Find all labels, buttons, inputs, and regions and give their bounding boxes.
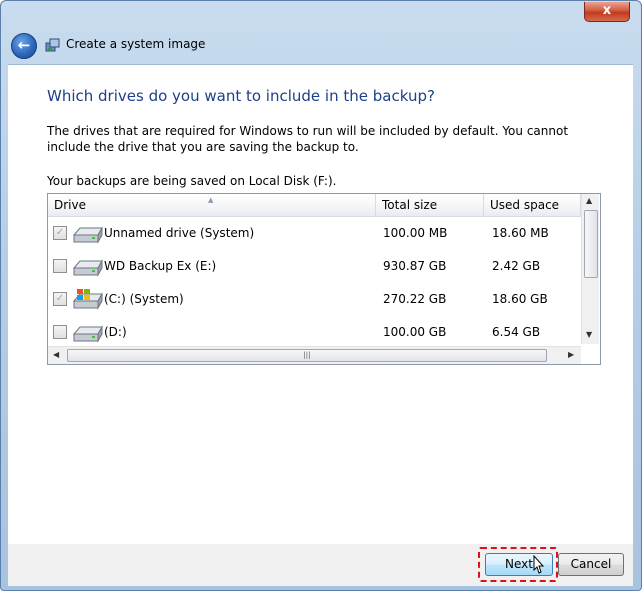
drive-total-size: 100.00 MB (383, 226, 448, 240)
drive-row[interactable]: ✓ (C:) (System) 270.22 GB 18.60 GB (48, 283, 581, 316)
column-header-total-size[interactable]: Total size (376, 194, 484, 216)
content-area: Which drives do you want to include in t… (8, 64, 633, 544)
scroll-down-icon[interactable]: ▼ (586, 330, 592, 339)
button-bar: Next Cancel (8, 544, 633, 586)
column-header-used-space[interactable]: Used space (484, 194, 581, 216)
drive-checkbox[interactable]: ✓ (53, 292, 67, 306)
backup-location-text: Your backups are being saved on Local Di… (47, 174, 337, 188)
dialog-window: x ← Create a system image Which drives d… (0, 0, 642, 591)
drive-checkbox[interactable] (53, 259, 67, 273)
hard-drive-icon (72, 226, 103, 244)
window-title: Create a system image (66, 37, 206, 51)
horizontal-scrollbar[interactable]: ◀ ||| ▶ (48, 346, 581, 364)
drive-checkbox[interactable] (53, 325, 67, 339)
drive-used-space: 2.42 GB (492, 259, 541, 273)
backup-app-icon (45, 38, 60, 52)
drive-used-space: 18.60 GB (492, 292, 548, 306)
drive-row[interactable]: WD Backup Ex (E:) 930.87 GB 2.42 GB (48, 250, 581, 283)
back-button[interactable]: ← (11, 33, 37, 59)
drive-total-size: 930.87 GB (383, 259, 447, 273)
drive-used-space: 6.54 GB (492, 325, 541, 339)
sort-ascending-icon: ▲ (208, 196, 214, 204)
scroll-left-icon[interactable]: ◀ (53, 350, 59, 359)
hard-drive-icon (72, 259, 103, 277)
close-button[interactable]: x (584, 2, 630, 22)
back-arrow-icon: ← (17, 36, 31, 54)
close-icon: x (602, 3, 612, 18)
horizontal-scroll-thumb[interactable]: ||| (67, 349, 547, 362)
vertical-scroll-thumb[interactable] (584, 210, 598, 278)
drive-name: Unnamed drive (System) (104, 226, 255, 240)
drive-name: WD Backup Ex (E:) (104, 259, 217, 273)
drives-list[interactable]: Drive ▲ Total size Used space ✓ Unnamed … (47, 193, 601, 365)
page-heading: Which drives do you want to include in t… (47, 87, 435, 105)
drive-name: (D:) (104, 325, 127, 339)
scroll-right-icon[interactable]: ▶ (568, 350, 574, 359)
drive-used-space: 18.60 MB (492, 226, 549, 240)
windows-drive-icon (72, 289, 103, 310)
drive-row[interactable]: (D:) 100.00 GB 6.54 GB (48, 316, 581, 349)
drive-total-size: 100.00 GB (383, 325, 447, 339)
scroll-up-icon[interactable]: ▲ (586, 196, 592, 205)
vertical-scrollbar[interactable]: ▲ ▼ (581, 194, 599, 344)
mouse-cursor-icon (533, 555, 545, 574)
drive-total-size: 270.22 GB (383, 292, 447, 306)
list-header: Drive ▲ Total size Used space (48, 194, 581, 217)
drive-name: (C:) (System) (104, 292, 184, 306)
cancel-button[interactable]: Cancel (558, 553, 624, 576)
hard-drive-icon (72, 325, 103, 343)
drive-row[interactable]: ✓ Unnamed drive (System) 100.00 MB 18.60… (48, 217, 581, 250)
drive-checkbox[interactable]: ✓ (53, 226, 67, 240)
description-text: The drives that are required for Windows… (47, 124, 569, 154)
title-bar: x ← Create a system image (1, 1, 641, 63)
